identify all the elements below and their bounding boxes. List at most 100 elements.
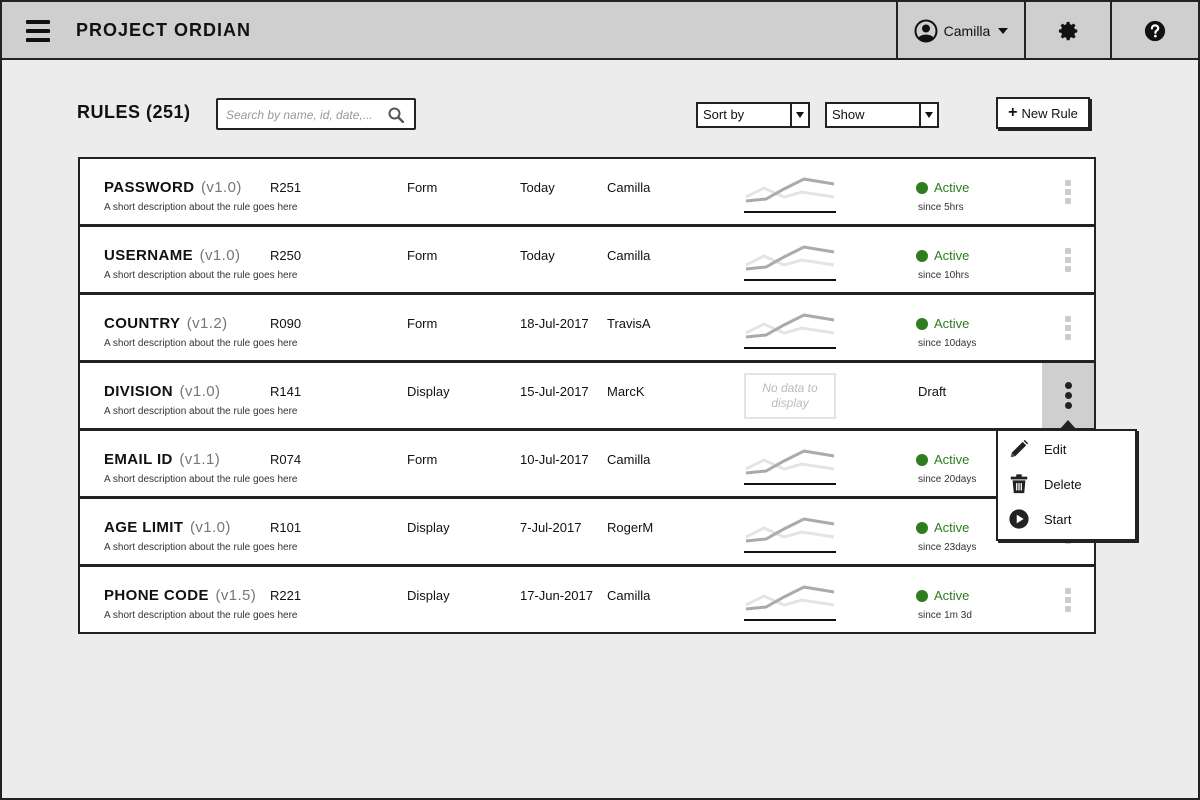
status-badge: Active xyxy=(916,588,969,603)
rule-id: R221 xyxy=(270,588,302,603)
table-row[interactable]: DIVISION (v1.0) A short description about… xyxy=(78,361,1096,430)
rule-date: 7-Jul-2017 xyxy=(520,520,582,535)
status-badge: Draft xyxy=(918,384,946,399)
rule-description: A short description about the rule goes … xyxy=(104,406,298,417)
user-avatar-icon xyxy=(914,19,938,43)
rule-name[interactable]: PHONE CODE (v1.5) xyxy=(104,587,256,604)
row-more-options-icon[interactable] xyxy=(1042,567,1094,632)
search-input[interactable] xyxy=(226,106,386,124)
trend-sparkline xyxy=(744,245,836,281)
rule-name-text: AGE LIMIT xyxy=(104,519,184,536)
new-rule-button[interactable]: + New Rule xyxy=(996,97,1090,129)
menu-item-delete[interactable]: Delete xyxy=(1008,470,1132,498)
row-more-options-icon[interactable] xyxy=(1042,227,1094,292)
rule-name[interactable]: AGE LIMIT (v1.0) xyxy=(104,519,231,536)
rule-name-text: USERNAME xyxy=(104,247,194,264)
help-button[interactable] xyxy=(1110,2,1198,60)
rule-type: Display xyxy=(407,588,450,603)
trend-sparkline xyxy=(744,313,836,349)
app-title: PROJECT ORDIAN xyxy=(76,20,252,40)
rule-version: (v1.0) xyxy=(190,519,231,536)
status-text: Active xyxy=(934,180,970,195)
menu-item-label: Start xyxy=(1044,511,1072,527)
rule-description: A short description about the rule goes … xyxy=(104,270,298,281)
rule-name[interactable]: COUNTRY (v1.2) xyxy=(104,315,227,332)
hamburger-menu-icon[interactable] xyxy=(26,20,50,42)
pencil-icon xyxy=(1010,439,1029,458)
status-since: since 23days xyxy=(918,542,977,553)
rule-version: (v1.0) xyxy=(199,247,241,264)
rule-owner: Camilla xyxy=(607,588,651,603)
status-text: Active xyxy=(934,316,970,331)
rule-name[interactable]: USERNAME (v1.0) xyxy=(104,247,240,264)
table-row[interactable]: PHONE CODE (v1.5) A short description abo… xyxy=(78,565,1096,634)
user-name: Camilla xyxy=(943,23,991,39)
rule-owner: Camilla xyxy=(607,452,651,467)
play-icon xyxy=(1009,509,1029,529)
table-row[interactable]: COUNTRY (v1.2) A short description about … xyxy=(78,293,1096,362)
no-data-placeholder: No data to display xyxy=(744,373,836,419)
show-label: Show xyxy=(832,107,865,122)
rule-name[interactable]: EMAIL ID (v1.1) xyxy=(104,451,220,468)
rule-date: 18-Jul-2017 xyxy=(520,316,589,331)
user-menu[interactable]: Camilla xyxy=(896,2,1024,60)
table-row[interactable]: EMAIL ID (v1.1) A short description about… xyxy=(78,429,1096,498)
status-dot-icon xyxy=(916,454,928,466)
chevron-down-icon[interactable] xyxy=(919,104,937,126)
status-badge: Active xyxy=(916,452,969,467)
rule-version: (v1.0) xyxy=(179,383,221,400)
status-since: since 10days xyxy=(918,338,977,349)
search-box[interactable] xyxy=(216,98,416,130)
sort-by-select[interactable]: Sort by xyxy=(696,102,810,128)
search-icon[interactable] xyxy=(388,107,404,123)
rule-name[interactable]: DIVISION (v1.0) xyxy=(104,383,220,400)
row-more-options-icon[interactable] xyxy=(1042,295,1094,360)
rule-name-text: EMAIL ID xyxy=(104,451,173,468)
sparkline-series-secondary xyxy=(745,254,835,267)
status-dot-icon xyxy=(916,250,928,262)
status-text: Draft xyxy=(918,384,947,399)
rule-description: A short description about the rule goes … xyxy=(104,542,298,553)
chevron-down-icon[interactable] xyxy=(790,104,808,126)
status-dot-icon xyxy=(916,522,928,534)
sparkline-series-secondary xyxy=(745,322,835,335)
sparkline-series-secondary xyxy=(745,186,835,199)
app-window: PROJECT ORDIAN Camilla RULES (251) Searc… xyxy=(0,0,1200,800)
settings-button[interactable] xyxy=(1024,2,1112,60)
rule-owner: Camilla xyxy=(607,180,651,195)
rule-date: Today xyxy=(520,180,555,195)
rule-id: R074 xyxy=(270,452,302,467)
plus-icon: + xyxy=(1008,104,1018,121)
trend-sparkline xyxy=(744,585,836,621)
new-rule-label: New Rule xyxy=(1021,105,1078,121)
rule-id: R141 xyxy=(270,384,302,399)
table-row[interactable]: AGE LIMIT (v1.0) A short description abou… xyxy=(78,497,1096,566)
rule-name-text: COUNTRY xyxy=(104,315,181,332)
rule-type: Form xyxy=(407,316,438,331)
rule-name[interactable]: PASSWORD (v1.0) xyxy=(104,179,242,196)
row-more-options-icon[interactable] xyxy=(1042,363,1094,429)
sparkline-series-secondary xyxy=(745,594,835,607)
status-badge: Active xyxy=(916,316,969,331)
rule-version: (v1.5) xyxy=(215,587,257,604)
rules-table: PASSWORD (v1.0) A short description about… xyxy=(78,157,1096,634)
table-row[interactable]: USERNAME (v1.0) A short description about… xyxy=(78,225,1096,294)
rule-type: Form xyxy=(407,452,438,467)
rule-type: Display xyxy=(407,384,450,399)
rule-date: 17-Jun-2017 xyxy=(520,588,593,603)
trend-sparkline xyxy=(744,177,836,213)
status-text: Active xyxy=(934,520,970,535)
show-select[interactable]: Show xyxy=(825,102,939,128)
rule-description: A short description about the rule goes … xyxy=(104,610,298,621)
sparkline-series-secondary xyxy=(745,458,835,471)
status-since: since 10hrs xyxy=(918,270,970,281)
rule-type: Display xyxy=(407,520,450,535)
row-more-options-icon[interactable] xyxy=(1042,159,1094,224)
menu-item-start[interactable]: Start xyxy=(1008,505,1132,533)
table-row[interactable]: PASSWORD (v1.0) A short description about… xyxy=(78,157,1096,226)
top-bar: PROJECT ORDIAN Camilla xyxy=(2,2,1198,60)
menu-item-edit[interactable]: Edit xyxy=(1008,435,1132,463)
rule-description: A short description about the rule goes … xyxy=(104,202,298,213)
rule-owner: RogerM xyxy=(607,520,654,535)
status-dot-icon xyxy=(916,318,928,330)
